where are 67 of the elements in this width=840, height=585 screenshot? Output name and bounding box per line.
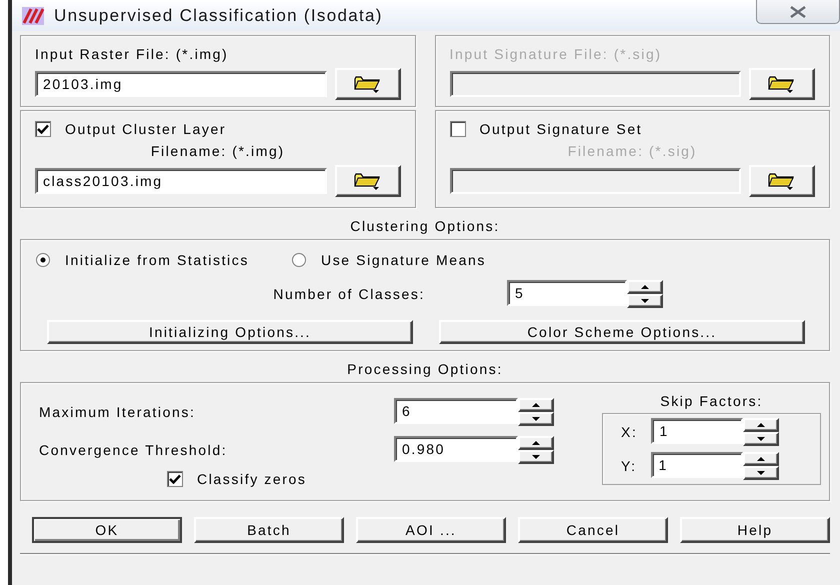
spin-down-button[interactable] [518, 450, 554, 464]
checkbox-label: Output Signature Set [480, 121, 642, 137]
file-name-field[interactable]: class20103.img [35, 168, 326, 194]
radio-button[interactable] [35, 252, 51, 268]
checkbox-label: Classify zeros [197, 471, 307, 487]
options-button[interactable]: Initializing Options... [47, 320, 413, 344]
spin-down-button[interactable] [627, 294, 663, 308]
spin-up-button[interactable] [518, 436, 554, 450]
field-label: Filename: (*.sig) [566, 143, 698, 159]
spin-down-button[interactable] [742, 466, 779, 480]
spin-up-button[interactable] [743, 418, 780, 432]
browse-button[interactable] [749, 165, 815, 197]
up-arrow-icon [757, 423, 766, 427]
number-field[interactable]: 0.980 [394, 436, 518, 462]
folder-icon [352, 74, 382, 94]
browse-button[interactable] [334, 165, 400, 197]
dialog-button[interactable]: Batch [194, 517, 344, 543]
checkbox[interactable] [167, 471, 183, 487]
field-label: X: [621, 424, 638, 440]
section-title: Processing Options: [346, 360, 504, 379]
spin-down-button[interactable] [743, 432, 780, 446]
down-arrow-icon [756, 471, 765, 475]
radio-button[interactable] [290, 252, 307, 268]
up-arrow-icon [641, 285, 649, 289]
up-arrow-icon [532, 403, 540, 407]
field-label: Maximum Iterations: [39, 404, 196, 420]
file-name-field[interactable]: 20103.img [35, 71, 326, 97]
spin-up-button[interactable] [742, 452, 779, 466]
browse-button[interactable] [749, 68, 815, 100]
down-arrow-icon [532, 417, 540, 421]
spin-up-button[interactable] [518, 398, 554, 412]
spin-down-button[interactable] [518, 412, 554, 426]
number-field[interactable]: 1 [650, 452, 743, 478]
number-field[interactable]: 5 [507, 280, 627, 306]
field-label: Input Raster File: (*.img) [35, 46, 230, 62]
close-button[interactable] [756, 0, 840, 24]
dialog-button[interactable]: AOI ... [356, 517, 506, 543]
field-label: Y: [621, 458, 637, 474]
radio-label: Initialize from Statistics [65, 252, 249, 268]
close-icon [789, 6, 807, 18]
folder-icon [352, 171, 382, 191]
down-arrow-icon [532, 455, 540, 459]
folder-icon [767, 171, 797, 191]
checkbox-label: Output Cluster Layer [65, 121, 226, 137]
browse-button[interactable] [334, 68, 400, 100]
dialog-button[interactable]: Help [680, 517, 830, 543]
folder-icon [767, 74, 797, 94]
field-label: Convergence Threshold: [39, 442, 228, 458]
up-arrow-icon [532, 441, 540, 445]
window-title: Unsupervised Classification (Isodata) [54, 6, 383, 26]
spin-up-button[interactable] [627, 280, 663, 294]
number-field[interactable]: 6 [394, 398, 518, 424]
dialog-button[interactable]: Cancel [518, 517, 668, 543]
up-arrow-icon [756, 457, 765, 461]
down-arrow-icon [757, 437, 766, 441]
number-field[interactable]: 1 [651, 418, 744, 444]
section-title: Clustering Options: [349, 217, 501, 236]
group-title: Skip Factors: [660, 393, 763, 409]
field-label: Filename: (*.img) [150, 143, 286, 159]
checkbox[interactable] [35, 121, 51, 137]
radio-label: Use Signature Means [320, 252, 486, 268]
options-button[interactable]: Color Scheme Options... [439, 320, 805, 344]
field-label: Input Signature File: (*.sig) [450, 46, 663, 62]
field-label: Number of Classes: [272, 286, 425, 302]
app-icon [22, 6, 44, 24]
down-arrow-icon [641, 299, 649, 303]
dialog-button[interactable]: OK [32, 517, 182, 543]
